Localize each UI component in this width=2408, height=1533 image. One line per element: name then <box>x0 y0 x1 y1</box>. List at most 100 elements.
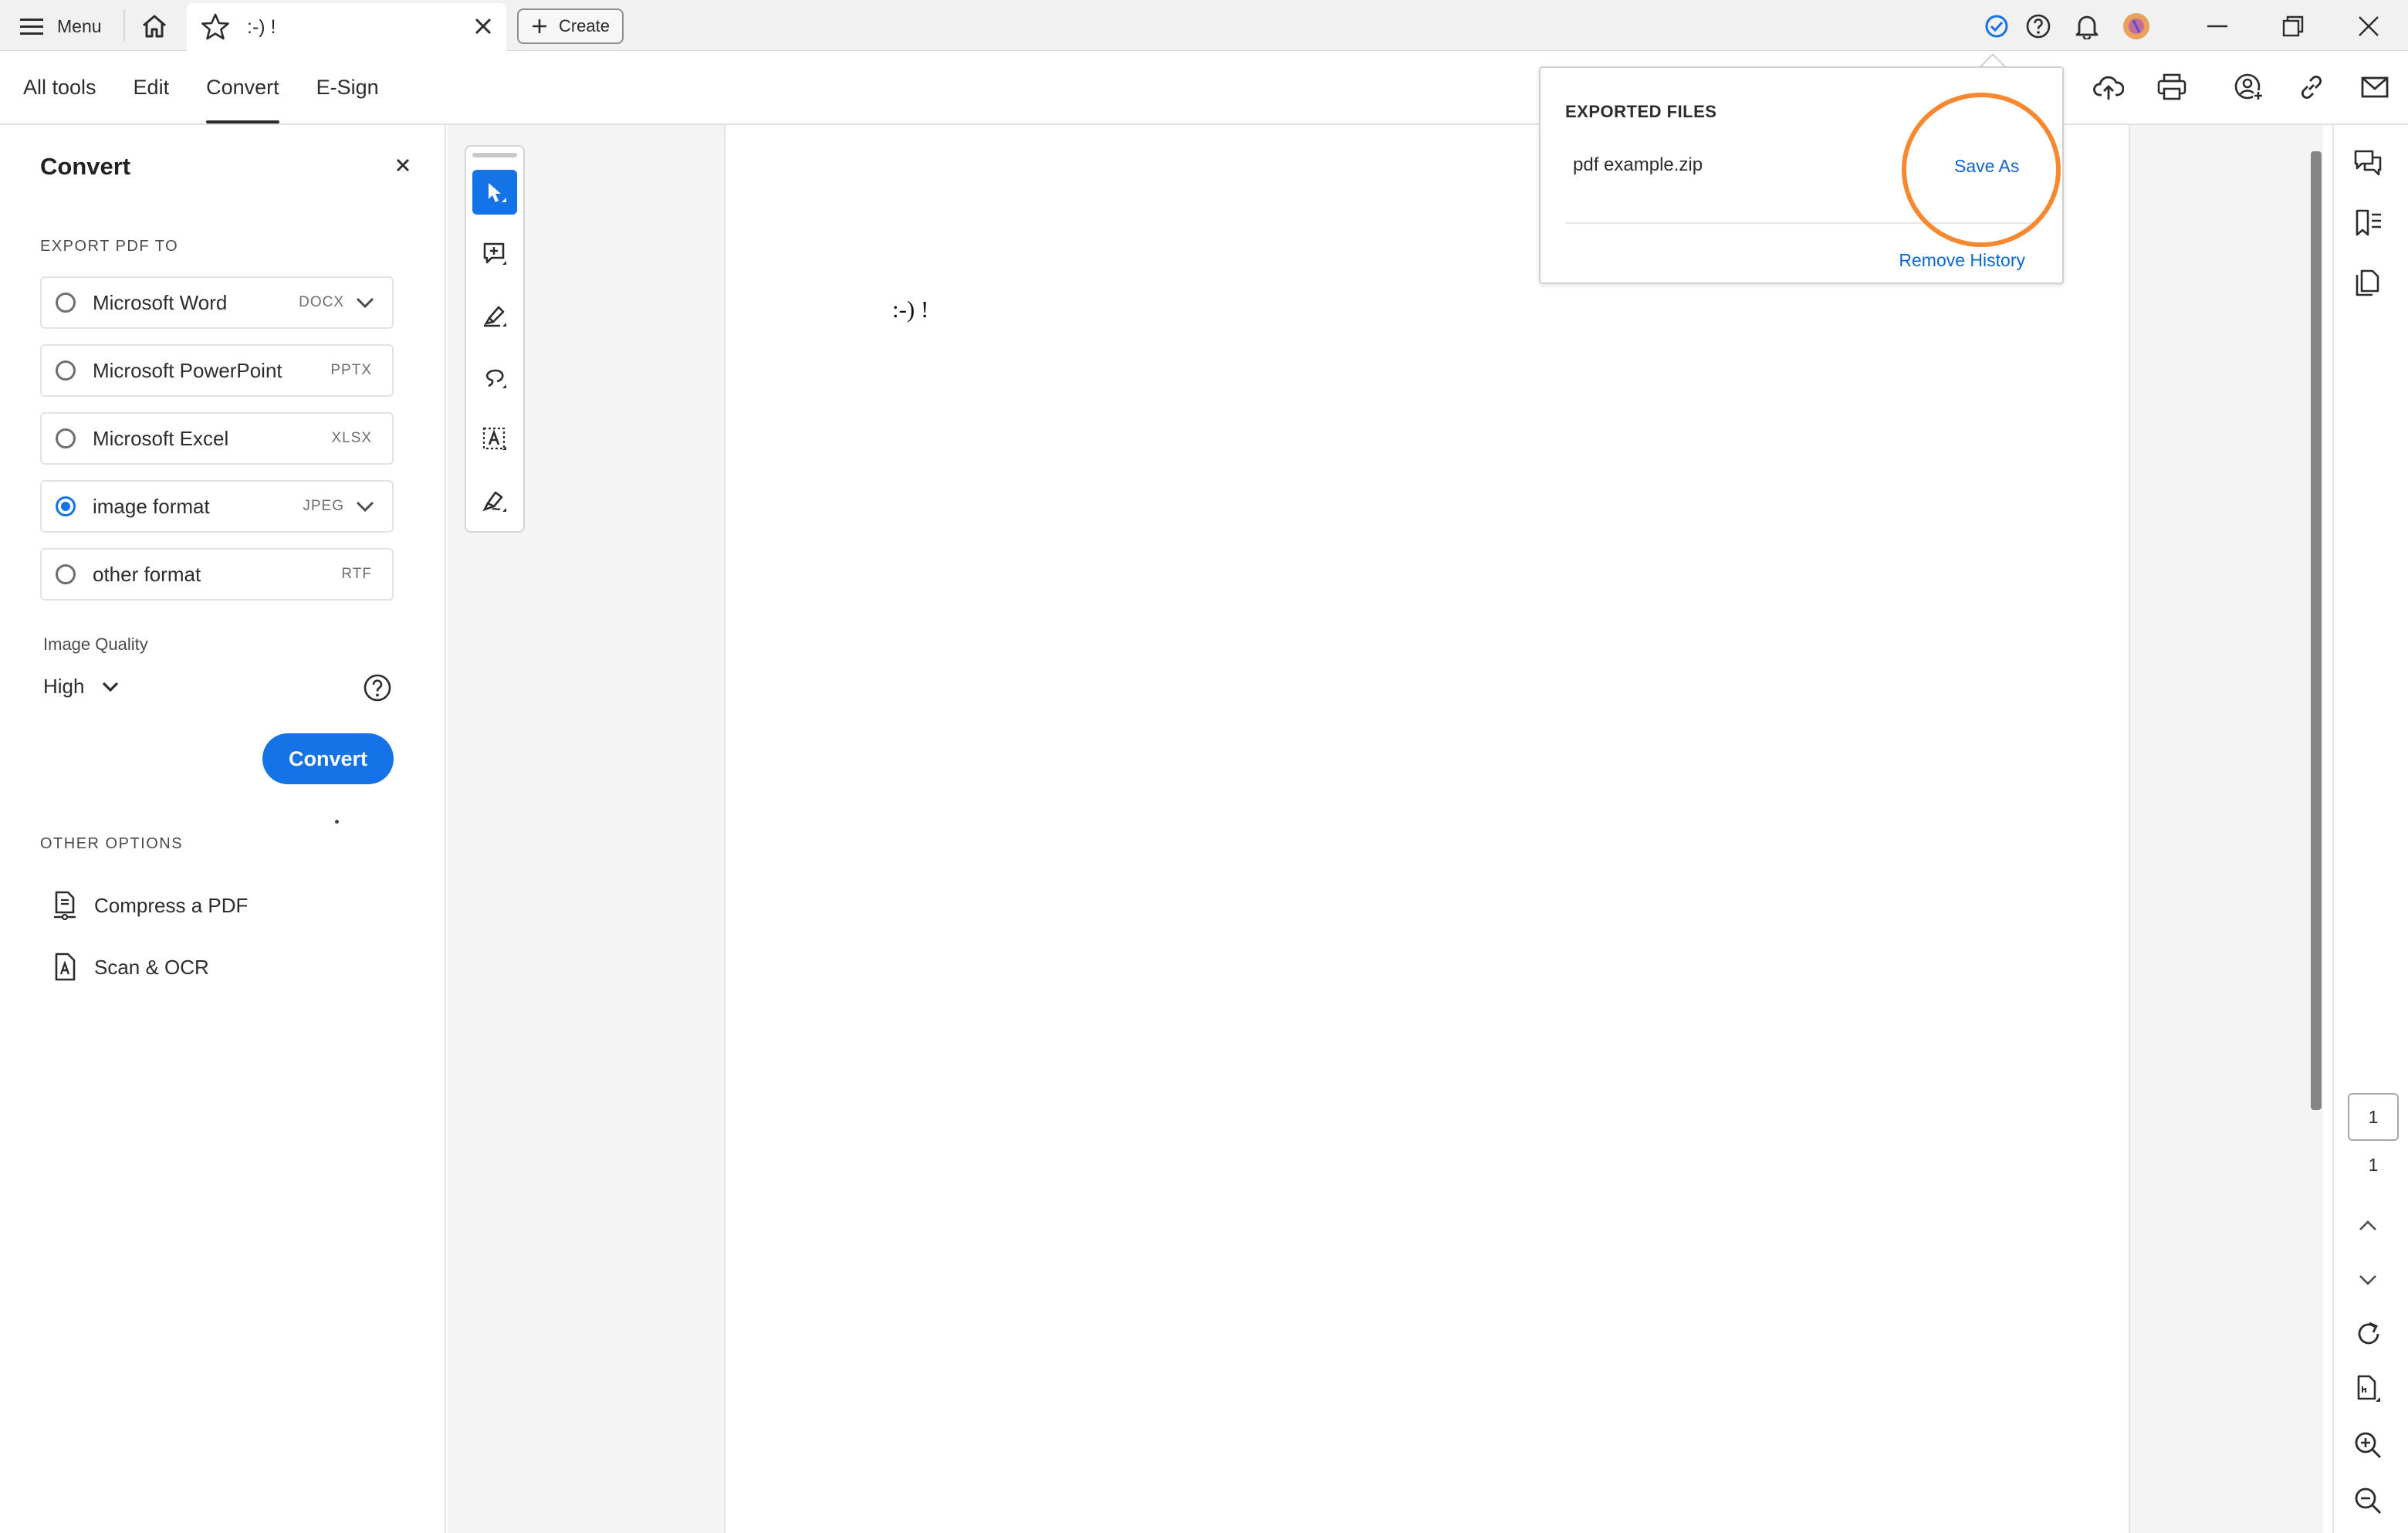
upload-cloud-icon[interactable] <box>2093 51 2124 124</box>
document-tab[interactable]: :-) ! <box>187 3 506 51</box>
share-user-icon[interactable] <box>2234 51 2264 124</box>
hamburger-icon <box>20 17 43 36</box>
close-window-icon[interactable] <box>2357 11 2380 42</box>
radio-button[interactable] <box>56 293 76 313</box>
close-panel-icon[interactable] <box>394 156 412 174</box>
other-options-heading: OTHER OPTIONS <box>40 835 184 852</box>
export-heading: EXPORT PDF TO <box>40 238 179 255</box>
fit-page-icon[interactable] <box>2352 1374 2385 1405</box>
chevron-up-icon[interactable] <box>2356 1217 2380 1235</box>
zoom-in-icon[interactable] <box>2352 1430 2385 1460</box>
highlight-tool-button[interactable] <box>472 293 517 338</box>
option-label: image format <box>93 494 210 518</box>
scan-ocr-option[interactable]: Scan & OCR <box>52 953 209 982</box>
right-rail: 1 1 <box>2332 125 2408 1533</box>
close-tab-icon[interactable] <box>471 14 495 39</box>
panel-title: Convert <box>40 153 131 180</box>
scan-ocr-icon <box>52 953 77 982</box>
vertical-scrollbar[interactable] <box>2311 147 2323 1119</box>
tool-tabs: All tools Edit Convert E-Sign <box>23 51 416 124</box>
text-box-tool-button[interactable] <box>472 417 517 462</box>
link-icon[interactable] <box>2297 51 2326 124</box>
email-icon[interactable] <box>2360 51 2389 124</box>
chevron-down-icon[interactable] <box>2356 1271 2380 1289</box>
cursor-arrow-icon <box>482 179 508 205</box>
freehand-draw-icon <box>482 364 508 391</box>
image-quality-dropdown[interactable]: High <box>43 675 120 699</box>
image-quality-label: Image Quality <box>43 635 148 654</box>
signature-pen-icon <box>482 488 508 514</box>
comment-plus-icon <box>482 241 508 267</box>
help-icon[interactable] <box>2025 11 2051 42</box>
home-button[interactable] <box>137 11 171 42</box>
help-icon[interactable] <box>363 673 392 702</box>
convert-panel: Convert EXPORT PDF TO Microsoft Word DOC… <box>0 125 446 1533</box>
pdf-page[interactable] <box>724 125 2130 1533</box>
rotate-icon[interactable] <box>2352 1318 2385 1349</box>
text-box-icon <box>482 426 508 452</box>
radio-button[interactable] <box>56 428 76 448</box>
menu-button[interactable]: Menu <box>20 11 102 42</box>
total-pages: 1 <box>2368 1155 2379 1175</box>
star-icon[interactable] <box>201 13 230 41</box>
draw-tool-button[interactable] <box>472 355 517 400</box>
notifications-bell-icon[interactable] <box>2075 11 2099 42</box>
option-microsoft-excel[interactable]: Microsoft Excel XLSX <box>40 412 394 465</box>
option-label: other format <box>93 562 201 586</box>
chevron-down-icon[interactable] <box>355 499 375 513</box>
tab-title: :-) ! <box>247 15 276 38</box>
tab-convert[interactable]: Convert <box>206 51 279 124</box>
tab-all-tools[interactable]: All tools <box>23 51 96 124</box>
highlighter-pen-icon <box>482 303 508 329</box>
create-label: Create <box>558 16 610 36</box>
format-extension: PPTX <box>330 362 372 378</box>
compress-pdf-label: Compress a PDF <box>94 893 249 917</box>
add-comment-button[interactable] <box>472 232 517 276</box>
tab-edit[interactable]: Edit <box>134 51 170 124</box>
print-icon[interactable] <box>2156 51 2187 124</box>
option-label: Microsoft PowerPoint <box>93 358 282 382</box>
option-image-format[interactable]: image format JPEG <box>40 480 394 533</box>
radio-button[interactable] <box>56 360 76 381</box>
create-button[interactable]: Create <box>517 8 624 44</box>
select-tool-button[interactable] <box>472 170 517 215</box>
popup-title: EXPORTED FILES <box>1565 102 1717 121</box>
current-page-input[interactable]: 1 <box>2348 1093 2399 1141</box>
loading-dot <box>335 820 339 824</box>
radio-button[interactable] <box>56 564 76 584</box>
minimize-icon[interactable] <box>2206 11 2229 42</box>
tab-e-sign[interactable]: E-Sign <box>316 51 379 124</box>
restore-icon[interactable] <box>2281 11 2305 42</box>
format-extension: RTF <box>341 566 372 582</box>
avatar[interactable] <box>2122 11 2150 42</box>
comments-panel-icon[interactable] <box>2352 148 2385 179</box>
exported-file-name: pdf example.zip <box>1573 154 1703 175</box>
sync-status-icon[interactable] <box>1984 11 2010 42</box>
option-microsoft-word[interactable]: Microsoft Word DOCX <box>40 276 394 329</box>
chevron-down-icon <box>101 681 120 693</box>
highlight-circle <box>1902 93 2061 247</box>
pages-panel-icon[interactable] <box>2352 269 2385 299</box>
format-extension: DOCX <box>299 294 344 310</box>
remove-history-link[interactable]: Remove History <box>1899 250 2025 271</box>
sign-tool-button[interactable] <box>472 479 517 523</box>
radio-button-selected[interactable] <box>56 496 76 516</box>
quality-value: High <box>43 675 85 698</box>
home-icon <box>141 14 167 39</box>
title-bar: Menu :-) ! Create <box>0 0 2408 51</box>
scrollbar-thumb[interactable] <box>2311 151 2322 1110</box>
option-label: Microsoft Excel <box>93 426 229 450</box>
plus-icon <box>531 18 548 35</box>
chevron-down-icon[interactable] <box>355 296 375 310</box>
scan-ocr-label: Scan & OCR <box>94 955 209 979</box>
bookmarks-panel-icon[interactable] <box>2352 208 2385 239</box>
zoom-out-icon[interactable] <box>2352 1485 2385 1516</box>
drag-handle[interactable] <box>472 153 517 157</box>
menu-label: Menu <box>57 15 102 36</box>
option-microsoft-powerpoint[interactable]: Microsoft PowerPoint PPTX <box>40 344 394 397</box>
convert-button[interactable]: Convert <box>262 733 394 784</box>
format-extension: XLSX <box>331 430 372 446</box>
compress-pdf-option[interactable]: Compress a PDF <box>52 891 248 920</box>
document-text: :-) ! <box>892 296 929 323</box>
option-other-format[interactable]: other format RTF <box>40 548 394 601</box>
